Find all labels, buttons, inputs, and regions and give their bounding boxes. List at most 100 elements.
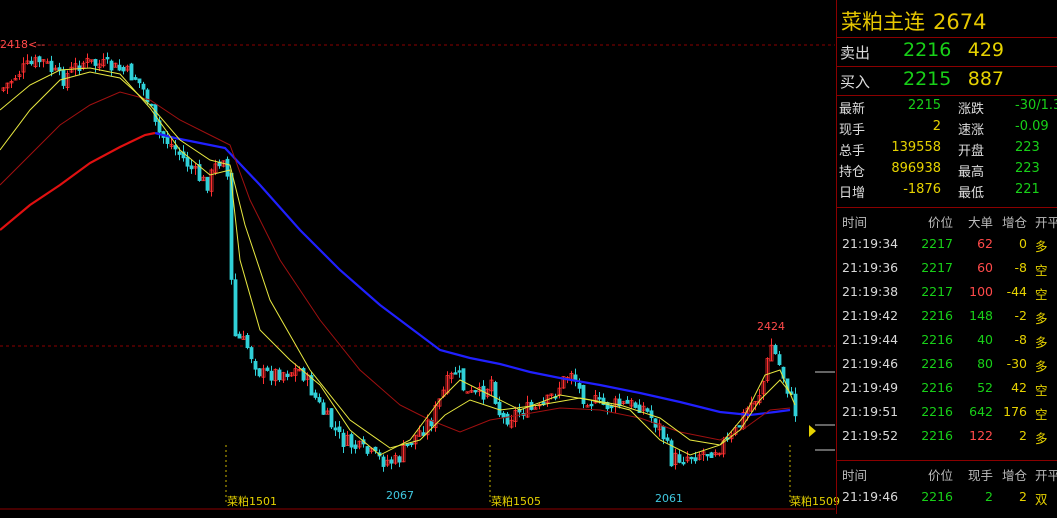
candle-body xyxy=(337,426,342,433)
candle-body xyxy=(117,64,122,71)
candle-body xyxy=(681,461,686,465)
tick-open-close: 空 xyxy=(1035,263,1048,278)
tick-row[interactable]: 21:19:46 2216 2 2 双 xyxy=(837,485,1057,509)
tick-header-cell: 开平 xyxy=(1035,468,1057,483)
candle-body xyxy=(349,434,354,448)
stat-value: -0.09 xyxy=(1015,119,1049,134)
tick-time: 21:19:36 xyxy=(842,260,899,275)
tick-row[interactable]: 21:19:52 2216 122 2 多 xyxy=(837,424,1057,448)
tick-oi-change: 176 xyxy=(1003,404,1027,419)
stat-label: 速涨 xyxy=(958,123,985,138)
tick-price: 2216 xyxy=(921,356,953,371)
candle-body xyxy=(137,78,142,84)
tick-oi-change: -8 xyxy=(1014,260,1027,275)
tick-row[interactable]: 21:19:49 2216 52 42 空 xyxy=(837,376,1057,400)
tick-time: 21:19:49 xyxy=(842,380,899,395)
panel-title: 菜粕主连 2674 xyxy=(841,6,986,36)
candle-body xyxy=(61,69,66,86)
stat-item: 现手 2 xyxy=(839,119,943,138)
quote-panel: 菜粕主连 2674 卖出 2216 429 买入 2215 887 最新 2215 现… xyxy=(836,0,1057,514)
tick-header-cell: 大单 xyxy=(967,215,993,230)
candle-body xyxy=(677,454,682,463)
stat-label: 总手 xyxy=(839,144,866,159)
stat-value: 2 xyxy=(932,119,941,134)
tick-row[interactable]: 21:19:34 2217 62 0 多 xyxy=(837,232,1057,256)
tick-oi-change: -44 xyxy=(1006,284,1027,299)
candle-body xyxy=(233,279,238,337)
candle-body xyxy=(625,399,630,404)
candle-body xyxy=(189,165,194,170)
tick-time: 21:19:46 xyxy=(842,356,899,371)
candle-body xyxy=(737,425,742,428)
candle-body xyxy=(245,335,250,348)
divider xyxy=(837,95,1057,96)
tick-row[interactable]: 21:19:42 2216 148 -2 多 xyxy=(837,304,1057,328)
tick-volume: 642 xyxy=(969,404,993,419)
candle-body xyxy=(661,426,666,440)
tick-header-cell: 开平 xyxy=(1035,215,1057,230)
contract-label-1509[interactable]: 菜粕1509 xyxy=(790,493,840,509)
tick-header-cell: 增仓 xyxy=(1001,468,1027,483)
contract-label-1505[interactable]: 菜粕1505 xyxy=(491,493,541,509)
buy-row[interactable]: 买入 2215 887 xyxy=(837,68,1057,96)
candle-body xyxy=(185,156,190,167)
tick-header-cell: 时间 xyxy=(842,215,868,230)
tick-volume: 40 xyxy=(977,332,993,347)
candle-body xyxy=(405,443,410,446)
tick-row[interactable]: 21:19:51 2216 642 176 空 xyxy=(837,400,1057,424)
candle-body xyxy=(353,444,358,449)
candle-body xyxy=(777,354,782,366)
tick-row[interactable]: 21:19:44 2216 40 -8 多 xyxy=(837,328,1057,352)
candle-body xyxy=(649,410,654,419)
stat-item: 速涨 -0.09 xyxy=(958,119,1057,138)
contract-label-1501[interactable]: 菜粕1501 xyxy=(227,493,277,509)
candle-body xyxy=(165,137,170,144)
candle-body xyxy=(285,373,290,378)
candle-body xyxy=(145,89,150,103)
candle-body xyxy=(265,367,270,371)
kline-chart[interactable]: 2418<-- 2424 2067 2061 菜粕1501 菜粕1505 菜粕1… xyxy=(0,0,840,514)
candle-body xyxy=(257,368,262,377)
candle-body xyxy=(709,452,714,458)
candle-body xyxy=(461,368,466,391)
candle-body xyxy=(577,383,582,389)
kline-chart-svg[interactable] xyxy=(0,0,835,514)
ma-red-line xyxy=(0,131,156,231)
candle-body xyxy=(29,60,34,65)
tick-row[interactable]: 21:19:36 2217 60 -8 空 xyxy=(837,256,1057,280)
tick-volume: 122 xyxy=(969,428,993,443)
candle-body xyxy=(37,56,42,63)
tick-price: 2217 xyxy=(921,260,953,275)
tick-volume: 80 xyxy=(977,356,993,371)
tick-time: 21:19:34 xyxy=(842,236,899,251)
candle-body xyxy=(133,77,138,80)
ma-blue-line xyxy=(154,131,791,417)
candle-body xyxy=(141,83,146,90)
stat-label: 涨跌 xyxy=(958,102,985,117)
candle-body xyxy=(225,158,230,177)
stat-item: 总手 139558 xyxy=(839,140,943,159)
sell-row[interactable]: 卖出 2216 429 xyxy=(837,39,1057,67)
stat-label: 现手 xyxy=(839,123,866,138)
tick-header-cell: 价位 xyxy=(927,215,953,230)
current-price-marker xyxy=(809,425,816,437)
candle-body xyxy=(645,408,650,412)
candle-body xyxy=(453,372,458,375)
buy-price: 2215 xyxy=(903,68,952,90)
tick-row[interactable]: 21:19:38 2217 100 -44 空 xyxy=(837,280,1057,304)
stat-item: 日增 -1876 xyxy=(839,182,943,201)
stat-item: 最新 2215 xyxy=(839,98,943,117)
tick-volume: 148 xyxy=(969,308,993,323)
tick-price: 2216 xyxy=(921,489,953,504)
sell-label: 卖出 xyxy=(840,44,871,62)
tick-open-close: 多 xyxy=(1035,431,1048,446)
buy-label: 买入 xyxy=(840,73,871,91)
tick-header-cell: 价位 xyxy=(927,468,953,483)
tick-volume: 62 xyxy=(977,236,993,251)
buy-volume: 887 xyxy=(967,68,1004,90)
sell-volume: 429 xyxy=(967,39,1004,61)
stat-label: 日增 xyxy=(839,186,866,201)
stat-value: 223 xyxy=(1015,161,1040,176)
candle-body xyxy=(269,370,274,381)
tick-row[interactable]: 21:19:46 2216 80 -30 多 xyxy=(837,352,1057,376)
